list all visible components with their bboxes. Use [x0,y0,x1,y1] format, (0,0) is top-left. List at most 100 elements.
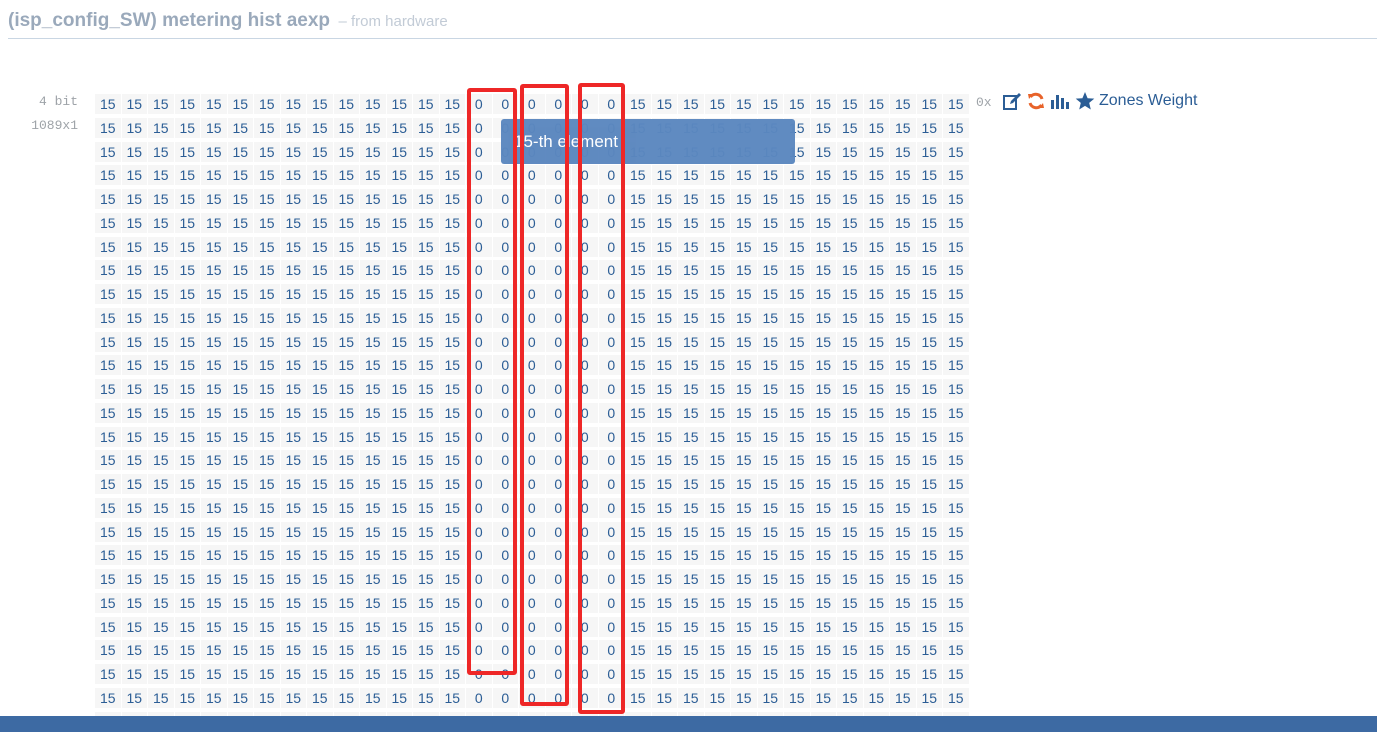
grid-cell[interactable]: 15 [837,545,863,566]
grid-cell[interactable]: 0 [466,402,492,423]
grid-cell[interactable]: 0 [598,450,624,471]
grid-cell[interactable]: 15 [95,117,121,138]
grid-cell[interactable]: 15 [148,664,174,684]
grid-cell[interactable]: 15 [174,497,200,518]
grid-cell[interactable]: 15 [227,189,253,209]
grid-cell[interactable]: 15 [121,426,147,447]
grid-cell[interactable]: 15 [227,212,253,233]
grid-cell[interactable]: 15 [95,212,121,233]
grid-cell[interactable]: 15 [810,355,836,376]
grid-cell[interactable]: 15 [625,616,651,637]
grid-cell[interactable]: 15 [651,260,677,281]
grid-cell[interactable]: 0 [572,592,598,613]
grid-cell[interactable]: 15 [943,569,969,589]
grid-cell[interactable]: 15 [280,355,306,376]
grid-cell[interactable]: 15 [386,545,412,566]
grid-cell[interactable]: 15 [254,117,280,138]
grid-cell[interactable]: 15 [386,521,412,542]
grid-cell[interactable]: 15 [201,307,227,328]
grid-cell[interactable]: 15 [810,640,836,661]
grid-cell[interactable]: 15 [890,260,916,281]
grid-cell[interactable]: 15 [810,236,836,257]
grid-cell[interactable]: 15 [280,141,306,162]
grid-cell[interactable]: 15 [413,616,439,637]
grid-cell[interactable]: 15 [704,307,730,328]
grid-cell[interactable]: 15 [413,426,439,447]
grid-cell[interactable]: 15 [333,117,359,138]
grid-cell[interactable]: 15 [890,117,916,138]
grid-cell[interactable]: 15 [916,474,942,494]
grid-cell[interactable]: 15 [95,664,121,684]
grid-cell[interactable]: 0 [545,212,571,233]
grid-cell[interactable]: 15 [916,94,942,114]
grid-cell[interactable]: 15 [174,379,200,399]
grid-cell[interactable]: 15 [360,141,386,162]
grid-cell[interactable]: 15 [121,497,147,518]
grid-cell[interactable]: 15 [890,687,916,708]
grid-cell[interactable]: 15 [890,331,916,352]
grid-cell[interactable]: 15 [439,141,465,162]
grid-cell[interactable]: 15 [810,260,836,281]
grid-cell[interactable]: 15 [307,521,333,542]
grid-cell[interactable]: 15 [148,307,174,328]
grid-cell[interactable]: 15 [731,284,757,304]
grid-cell[interactable]: 15 [810,402,836,423]
grid-cell[interactable]: 15 [254,284,280,304]
grid-cell[interactable]: 15 [890,450,916,471]
grid-cell[interactable]: 0 [466,687,492,708]
grid-cell[interactable]: 15 [280,212,306,233]
grid-cell[interactable]: 15 [837,94,863,114]
grid-cell[interactable]: 15 [863,474,889,494]
grid-cell[interactable]: 15 [95,379,121,399]
grid-cell[interactable]: 15 [731,450,757,471]
grid-cell[interactable]: 15 [413,640,439,661]
grid-cell[interactable]: 15 [333,307,359,328]
grid-cell[interactable]: 0 [466,497,492,518]
grid-cell[interactable]: 15 [651,687,677,708]
grid-cell[interactable]: 15 [810,545,836,566]
grid-cell[interactable]: 15 [651,379,677,399]
grid-cell[interactable]: 15 [837,616,863,637]
grid-cell[interactable]: 0 [519,355,545,376]
grid-cell[interactable]: 15 [413,117,439,138]
grid-cell[interactable]: 15 [227,640,253,661]
grid-cell[interactable]: 15 [95,545,121,566]
grid-cell[interactable]: 15 [837,450,863,471]
grid-cell[interactable]: 0 [492,640,518,661]
grid-cell[interactable]: 15 [95,497,121,518]
grid-cell[interactable]: 15 [413,545,439,566]
grid-cell[interactable]: 15 [227,355,253,376]
grid-cell[interactable]: 15 [678,94,704,114]
grid-cell[interactable]: 15 [254,189,280,209]
grid-cell[interactable]: 15 [439,616,465,637]
grid-cell[interactable]: 0 [572,284,598,304]
grid-cell[interactable]: 0 [519,189,545,209]
grid-cell[interactable]: 15 [174,687,200,708]
grid-cell[interactable]: 15 [201,260,227,281]
grid-cell[interactable]: 0 [572,189,598,209]
grid-cell[interactable]: 15 [95,260,121,281]
grid-cell[interactable]: 15 [95,355,121,376]
grid-cell[interactable]: 15 [651,616,677,637]
grid-cell[interactable]: 0 [492,687,518,708]
grid-cell[interactable]: 15 [280,260,306,281]
grid-cell[interactable]: 15 [651,592,677,613]
grid-cell[interactable]: 15 [360,117,386,138]
grid-cell[interactable]: 15 [174,165,200,186]
grid-cell[interactable]: 15 [916,141,942,162]
grid-cell[interactable]: 15 [148,687,174,708]
grid-cell[interactable]: 15 [121,379,147,399]
grid-cell[interactable]: 0 [519,212,545,233]
grid-cell[interactable]: 15 [810,212,836,233]
grid-cell[interactable]: 15 [863,94,889,114]
grid-cell[interactable]: 0 [572,426,598,447]
grid-cell[interactable]: 15 [651,212,677,233]
grid-cell[interactable]: 15 [757,307,783,328]
grid-cell[interactable]: 15 [863,284,889,304]
grid-cell[interactable]: 0 [466,165,492,186]
grid-cell[interactable]: 0 [466,236,492,257]
grid-cell[interactable]: 15 [678,664,704,684]
grid-cell[interactable]: 15 [121,640,147,661]
grid-cell[interactable]: 15 [439,94,465,114]
grid-cell[interactable]: 15 [651,307,677,328]
